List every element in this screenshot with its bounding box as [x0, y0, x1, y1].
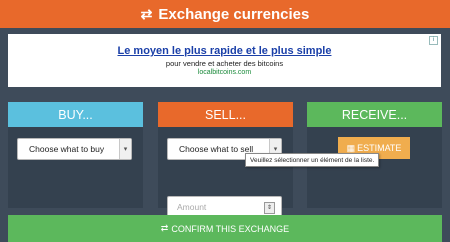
ad-info-icon[interactable]: i [429, 36, 438, 45]
calculator-icon: ▦ [346, 142, 356, 153]
ad-url[interactable]: localbitcoins.com [8, 69, 441, 76]
buy-panel-body: Choose what to buy ▾ [8, 127, 143, 208]
confirm-label: CONFIRM THIS EXCHANGE [171, 223, 290, 234]
validation-tooltip: Veuillez sélectionner un élément de la l… [245, 153, 380, 167]
page-header: ⇄ Exchange currencies [0, 0, 450, 28]
sell-select-value: Choose what to sell [179, 144, 254, 154]
sell-panel-body: Choose what to sell ▾ Amount ⇕ [158, 127, 293, 218]
buy-heading: BUY... [8, 102, 143, 127]
buy-select-value: Choose what to buy [29, 144, 105, 154]
receive-panel-body: ▦ ESTIMATE [307, 127, 442, 208]
ad-description: pour vendre et acheter des bitcoins [165, 59, 284, 68]
number-spinner-icon[interactable]: ⇕ [264, 202, 275, 214]
estimate-label: ESTIMATE [357, 143, 402, 153]
confirm-exchange-button[interactable]: ⇄ CONFIRM THIS EXCHANGE [8, 215, 442, 242]
ad-banner[interactable]: i Le moyen le plus rapide et le plus sim… [8, 34, 441, 87]
buy-panel: BUY... Choose what to buy ▾ [8, 102, 143, 208]
amount-placeholder: Amount [177, 202, 207, 212]
page-title: Exchange currencies [158, 5, 310, 23]
ad-title-link[interactable]: Le moyen le plus rapide et le plus simpl… [8, 45, 441, 57]
receive-heading: RECEIVE... [307, 102, 442, 127]
exchange-arrows-icon: ⇄ [160, 223, 169, 233]
buy-select[interactable]: Choose what to buy ▾ [17, 138, 132, 160]
exchange-arrows-icon: ⇄ [140, 5, 153, 22]
chevron-down-icon[interactable]: ▾ [119, 139, 131, 159]
sell-heading: SELL... [158, 102, 293, 127]
